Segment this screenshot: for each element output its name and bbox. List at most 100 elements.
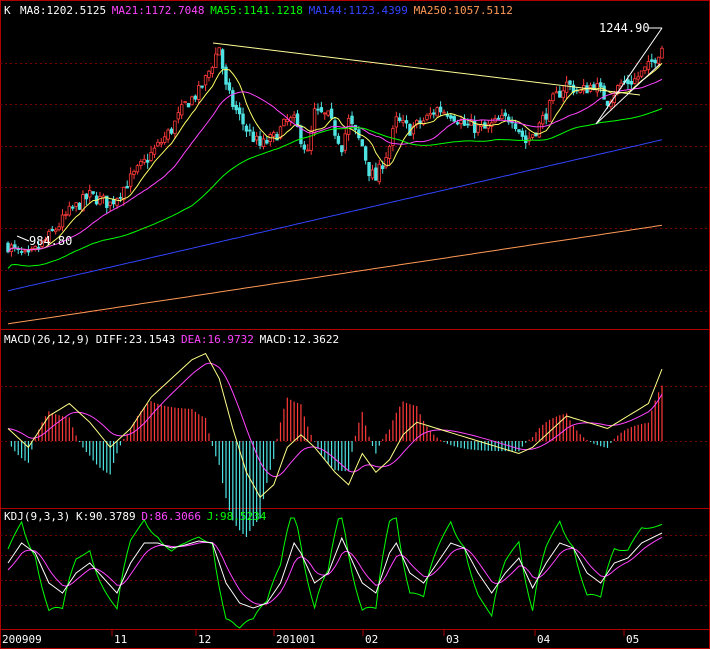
candle-body [183,101,187,104]
candle-body [639,70,644,77]
candle-body [544,113,548,120]
x-tick-label: 11 [114,633,127,646]
candle-body [643,66,647,72]
x-tick-label: 200909 [2,633,42,646]
candle-body [231,90,235,107]
trend-line [212,42,641,96]
candle-body [169,128,174,134]
candle-body [176,112,181,120]
candle-body [466,123,470,126]
candle-body [251,131,255,142]
candle-body [438,106,443,113]
candle-body [207,70,211,78]
candle-body [282,118,286,127]
candle-body [67,205,72,216]
candle-body [118,196,123,199]
candle-body [336,135,341,144]
candle-body [132,170,136,175]
candle-body [367,162,371,177]
candle-body [200,85,204,88]
candle-body [166,129,170,140]
candle-body [312,108,317,134]
candle-body [377,163,381,183]
kdj-legend-0: KDJ(9,3,3) [4,510,70,523]
candle-body [605,100,610,106]
candle-body [135,165,140,173]
candle-body [646,61,651,70]
candle-body [210,67,215,74]
candle-body [309,130,313,151]
candle-body [370,169,375,179]
candle-body [261,138,266,147]
kdj-legend-1: K:90.3789 [76,510,136,523]
candle-body [432,112,436,115]
candle-body [271,132,276,137]
macd-legend-0: MACD(26,12,9) [4,333,90,346]
candle-body [159,142,163,145]
candle-body [88,190,92,198]
candle-body [343,133,347,151]
candle-body [128,173,133,187]
candle-body [329,108,334,119]
candle-body [452,116,456,122]
candle-body [64,214,68,216]
candle-body [547,100,552,122]
x-tick-label: 03 [446,633,459,646]
candle-body [142,158,146,163]
ma-legend-0: MA8:1202.5125 [20,4,106,17]
candle-body [517,129,521,133]
candle-body [74,202,78,207]
price-panel-tag: K [4,4,11,17]
candle-body [500,114,504,119]
low-marker-line [16,235,30,242]
candle-body [459,120,463,125]
candle-body [455,122,460,125]
candle-body [145,159,150,163]
candle-body [476,124,480,133]
candle-body [316,108,320,111]
candle-body [306,149,310,152]
trend-line-upper [595,27,663,125]
candle-body [530,134,535,138]
ma21-line [7,78,663,253]
candle-body [626,79,630,85]
candle-body [217,47,221,56]
candle-body [541,115,545,125]
candle-body [258,136,262,146]
candle-body [156,141,160,147]
candle-body [244,125,249,132]
candle-body [57,226,61,231]
candle-body [428,112,433,116]
candle-body [401,119,405,123]
candle-body [629,80,634,85]
candlestick-chart-svg[interactable]: 1244.90 984.80 K MA8:1202.5125 MA21:1172.704… [0,0,710,649]
x-tick-label: 04 [537,633,551,646]
candle-body [190,96,194,106]
macd-legend-1: DIFF:23.1543 [96,333,175,346]
candle-body [340,145,344,153]
candle-body [98,196,102,205]
candle-body [486,123,490,129]
candle-body [19,251,24,253]
ma-legend-1: MA21:1172.7048 [112,4,205,17]
candle-body [380,165,385,170]
candle-body [139,161,143,166]
candle-body [636,76,640,80]
candle-body [220,49,225,69]
candle-body [513,123,518,130]
candle-body [633,78,637,84]
candle-body [125,185,129,189]
candle-body [108,201,112,206]
candle-body [254,135,259,141]
candle-body [360,139,364,147]
stock-chart: 1244.90 984.80 K MA8:1202.5125 MA21:1172.704… [0,0,710,649]
low-price-label: 984.80 [29,234,72,248]
candle-body [551,93,555,102]
candle-body [23,250,27,253]
k-line [7,532,663,609]
candle-body [149,152,153,161]
ma-legend-4: MA250:1057.5112 [414,4,513,17]
candle-body [554,91,559,94]
candle-body [595,83,599,93]
kdj-legend-3: J:98.5234 [207,510,267,523]
